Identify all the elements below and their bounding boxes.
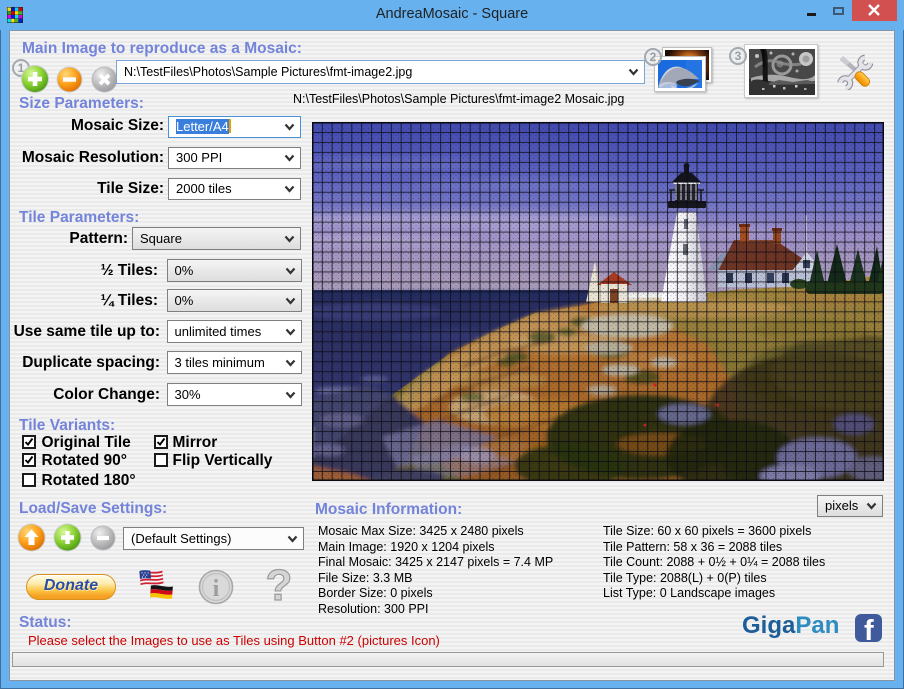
svg-text:?: ? <box>266 564 293 608</box>
svg-text:i: i <box>213 576 220 602</box>
